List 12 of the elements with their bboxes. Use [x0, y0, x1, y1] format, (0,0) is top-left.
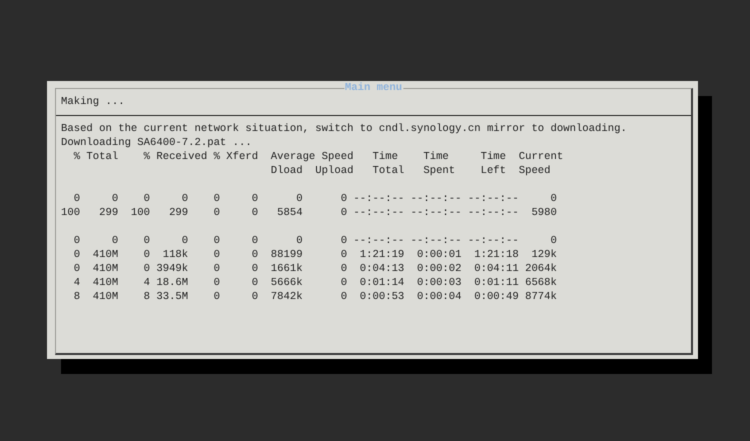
output-line: Downloading SA6400-7.2.pat ... — [61, 137, 252, 149]
output-line: 0 0 0 0 0 0 0 0 --:--:-- --:--:-- --:--:-- 0 — [72, 235, 557, 247]
output-line: Dload Upload Total Spent Left Speed — [270, 165, 551, 177]
output-line: 0 410M 0 3949k 0 0 1661k 0 0:04:13 0:00:02 0:04:11 2064k — [72, 263, 557, 275]
output-line: 0 0 0 0 0 0 0 0 --:--:-- --:--:-- --:--:-- 0 — [72, 193, 557, 205]
output-line: 8 410M 8 33.5M 0 0 7842k 0 0:00:53 0:00:04 0:00:49 8774k — [72, 291, 557, 303]
output-line: 4 410M 4 18.6M 0 0 5666k 0 0:01:14 0:00:03 0:01:11 6568k — [72, 277, 557, 289]
output-line: % Total % Received % Xferd Average Speed Time Time Time Current — [72, 151, 564, 163]
output-line: 0 410M 0 118k 0 0 88199 0 1:21:19 0:00:01 1:21:18 129k — [72, 249, 557, 261]
output-line: 100 299 100 299 0 0 5854 0 --:--:-- --:--:-- --:--:-- 5980 — [61, 207, 557, 219]
status-heading: Making ... — [61, 96, 125, 108]
output-line: Based on the current network situation, switch to cndl.synology.cn mirror to downloading. — [61, 123, 627, 135]
